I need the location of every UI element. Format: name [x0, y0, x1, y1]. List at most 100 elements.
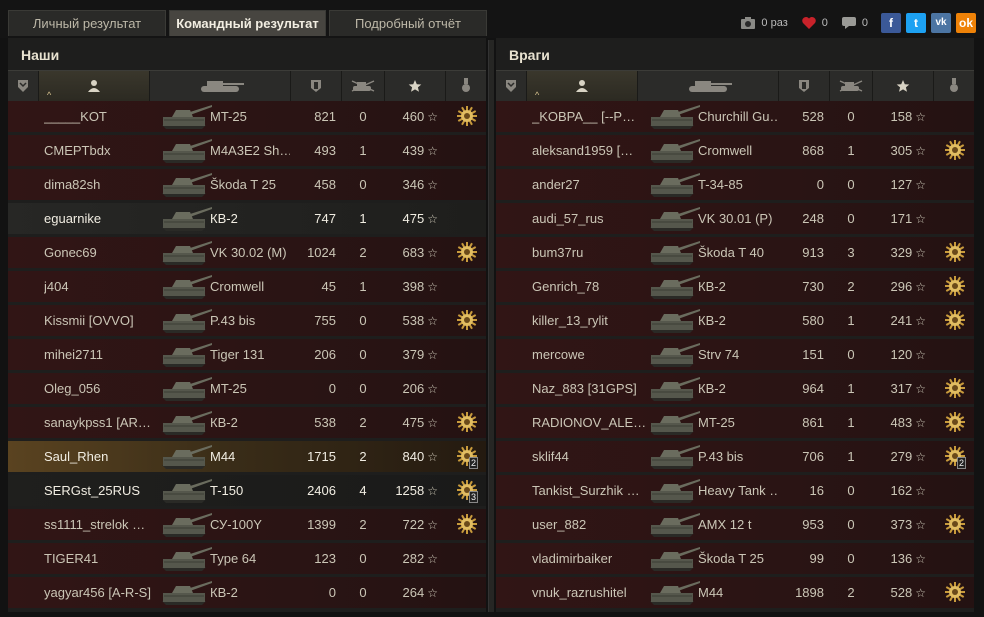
player-row[interactable]: Gonec69 VK 30.02 (M) 1024 2 683 ☆ — [8, 237, 486, 268]
medal-icon[interactable] — [457, 242, 477, 262]
player-row[interactable]: CMEPTbdx M4A3E2 Sh… 493 1 439 ☆ — [8, 135, 486, 166]
player-row[interactable]: Naz_883 [31GPS] КВ-2 964 1 317 ☆ — [496, 373, 974, 404]
sort-player-header[interactable]: ^ — [39, 71, 150, 101]
player-name[interactable]: sanaykpss1 [AR… — [44, 407, 162, 438]
player-row[interactable]: sklif44 P.43 bis 706 1 279 ☆ 2 — [496, 441, 974, 472]
player-name[interactable]: Naz_883 [31GPS] — [532, 373, 650, 404]
sort-damage-header[interactable] — [291, 71, 342, 101]
player-name[interactable]: Saul_Rhen — [44, 441, 162, 472]
player-name[interactable]: _KOBPA__ [--P… — [532, 101, 650, 132]
player-name[interactable]: Oleg_056 — [44, 373, 162, 404]
medal-icon[interactable] — [945, 412, 965, 432]
player-name[interactable]: vnuk_razrushitel — [532, 577, 650, 608]
sort-medals-header[interactable] — [446, 71, 486, 101]
player-row[interactable]: vladimirbaiker Škoda T 25 99 0 136 ☆ — [496, 543, 974, 574]
medal-icon[interactable] — [945, 310, 965, 330]
tab-team-result[interactable]: Командный результат — [169, 10, 326, 36]
player-name[interactable]: Genrich_78 — [532, 271, 650, 302]
medal-icon[interactable] — [945, 582, 965, 602]
sort-player-header[interactable]: ^ — [527, 71, 638, 101]
xp-cell: 346 ☆ — [392, 169, 438, 200]
player-name[interactable]: mihei2711 — [44, 339, 162, 370]
player-row[interactable]: TIGER41 Type 64 123 0 282 ☆ — [8, 543, 486, 574]
player-name[interactable]: dima82sh — [44, 169, 162, 200]
medal-icon[interactable] — [945, 242, 965, 262]
sort-platoon-header[interactable] — [496, 71, 527, 101]
sort-medals-header[interactable] — [934, 71, 974, 101]
player-row[interactable]: eguarnike КВ-2 747 1 475 ☆ — [8, 203, 486, 234]
player-row[interactable]: RADIONOV_ALE… MT-25 861 1 483 ☆ — [496, 407, 974, 438]
player-name[interactable]: user_882 — [532, 509, 650, 540]
player-row[interactable]: SERGst_25RUS T-150 2406 4 1258 ☆ 3 — [8, 475, 486, 506]
player-name[interactable]: killer_13_rylit — [532, 305, 650, 336]
odnoklassniki-icon[interactable]: ok — [956, 13, 976, 33]
player-row[interactable]: Oleg_056 MT-25 0 0 206 ☆ — [8, 373, 486, 404]
player-name[interactable]: sklif44 — [532, 441, 650, 472]
xp-value: 373 — [890, 517, 913, 532]
player-row[interactable]: dima82sh Škoda T 25 458 0 346 ☆ — [8, 169, 486, 200]
player-row[interactable]: Genrich_78 КВ-2 730 2 296 ☆ — [496, 271, 974, 302]
player-name[interactable]: vladimirbaiker — [532, 543, 650, 574]
sort-tank-header[interactable] — [638, 71, 779, 101]
player-name[interactable]: _____KOT — [44, 101, 162, 132]
tab-detailed-report[interactable]: Подробный отчёт — [329, 10, 487, 36]
tab-personal-result[interactable]: Личный результат — [8, 10, 166, 36]
player-name[interactable]: eguarnike — [44, 203, 162, 234]
player-row[interactable]: mercowe Strv 74 151 0 120 ☆ — [496, 339, 974, 370]
player-row[interactable]: sanaykpss1 [AR… КВ-2 538 2 475 ☆ — [8, 407, 486, 438]
player-name[interactable]: Gonec69 — [44, 237, 162, 268]
player-row[interactable]: ander27 T-34-85 0 0 127 ☆ — [496, 169, 974, 200]
player-name[interactable]: ander27 — [532, 169, 650, 200]
player-row[interactable]: Tankist_Surzhik … Heavy Tank … 16 0 162 ☆ — [496, 475, 974, 506]
medal-icon[interactable] — [945, 140, 965, 160]
sort-damage-header[interactable] — [779, 71, 830, 101]
player-name[interactable]: Kissmii [OVVO] — [44, 305, 162, 336]
facebook-icon[interactable]: f — [881, 13, 901, 33]
sort-xp-header[interactable] — [385, 71, 446, 101]
heart-icon[interactable] — [801, 16, 817, 30]
medal-icon[interactable] — [457, 310, 477, 330]
player-name[interactable]: RADIONOV_ALE… — [532, 407, 650, 438]
player-row[interactable]: Kissmii [OVVO] P.43 bis 755 0 538 ☆ — [8, 305, 486, 336]
sort-tank-header[interactable] — [150, 71, 291, 101]
medal-icon[interactable] — [945, 276, 965, 296]
player-row[interactable]: audi_57_rus VK 30.01 (P) 248 0 171 ☆ — [496, 203, 974, 234]
sort-kills-header[interactable] — [830, 71, 873, 101]
medal-icon[interactable] — [457, 106, 477, 126]
player-row[interactable]: killer_13_rylit КВ-2 580 1 241 ☆ — [496, 305, 974, 336]
twitter-icon[interactable]: t — [906, 13, 926, 33]
player-name[interactable]: TIGER41 — [44, 543, 162, 574]
player-name[interactable]: yagyar456 [A-R-S] — [44, 577, 162, 608]
player-row[interactable]: _KOBPA__ [--P… Churchill Gu… 528 0 158 ☆ — [496, 101, 974, 132]
comment-icon[interactable] — [841, 16, 857, 30]
vk-icon[interactable]: vk — [931, 13, 951, 33]
medal-icon[interactable] — [945, 514, 965, 534]
player-name[interactable]: mercowe — [532, 339, 650, 370]
player-name[interactable]: Tankist_Surzhik … — [532, 475, 650, 506]
player-row[interactable]: Saul_Rhen M44 1715 2 840 ☆ 2 — [8, 441, 486, 472]
sort-platoon-header[interactable] — [8, 71, 39, 101]
medal-icon[interactable] — [945, 378, 965, 398]
medal-icon[interactable] — [457, 412, 477, 432]
player-row[interactable]: _____KOT MT-25 821 0 460 ☆ — [8, 101, 486, 132]
player-name[interactable]: ss1111_strelok … — [44, 509, 162, 540]
player-name[interactable]: aleksand1959 [… — [532, 135, 650, 166]
player-row[interactable]: aleksand1959 [… Cromwell 868 1 305 ☆ — [496, 135, 974, 166]
player-row[interactable]: mihei2711 Tiger 131 206 0 379 ☆ — [8, 339, 486, 370]
player-row[interactable]: user_882 AMX 12 t 953 0 373 ☆ — [496, 509, 974, 540]
player-row[interactable]: yagyar456 [A-R-S] КВ-2 0 0 264 ☆ — [8, 577, 486, 608]
player-row[interactable]: vnuk_razrushitel M44 1898 2 528 ☆ — [496, 577, 974, 608]
player-row[interactable]: j404 Cromwell 45 1 398 ☆ — [8, 271, 486, 302]
sort-xp-header[interactable] — [873, 71, 934, 101]
player-name[interactable]: j404 — [44, 271, 162, 302]
sort-kills-header[interactable] — [342, 71, 385, 101]
kills-value: 0 — [359, 551, 367, 566]
player-name[interactable]: bum37ru — [532, 237, 650, 268]
player-row[interactable]: ss1111_strelok … СУ-100Y 1399 2 722 ☆ — [8, 509, 486, 540]
player-name[interactable]: CMEPTbdx — [44, 135, 162, 166]
camera-icon[interactable] — [740, 16, 756, 30]
player-name[interactable]: SERGst_25RUS — [44, 475, 162, 506]
player-name[interactable]: audi_57_rus — [532, 203, 650, 234]
medal-icon[interactable] — [457, 514, 477, 534]
player-row[interactable]: bum37ru Škoda T 40 913 3 329 ☆ — [496, 237, 974, 268]
